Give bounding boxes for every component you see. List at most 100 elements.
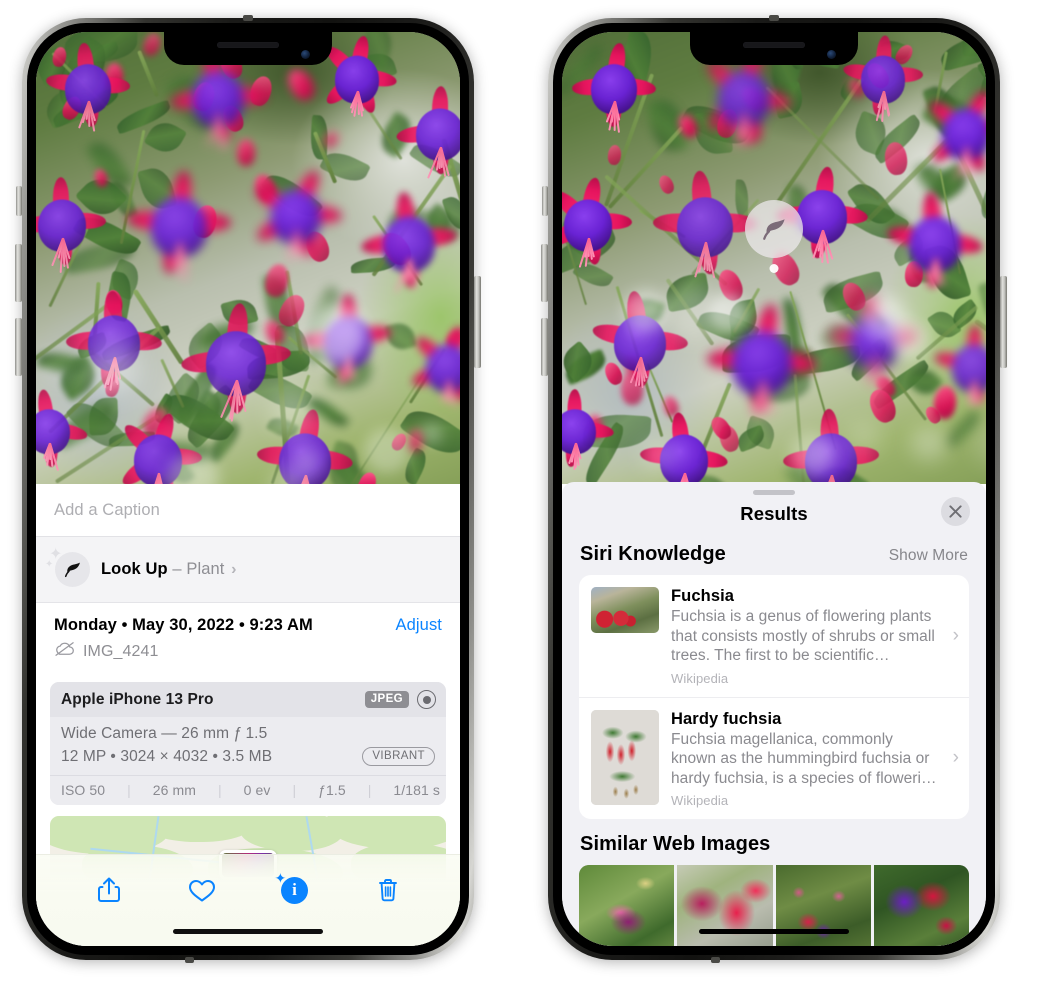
photographic-style-badge: VIBRANT (362, 747, 435, 766)
fuchsia-photo (36, 32, 460, 484)
delete-button[interactable] (366, 869, 410, 911)
aperture-icon (417, 690, 436, 709)
exif-ev: 0 ev (243, 782, 271, 798)
look-up-row[interactable]: ✦ ✦ Look Up – Plant › (36, 536, 460, 602)
bokeh-highlight (198, 382, 216, 399)
look-up-badge: ✦ ✦ (45, 547, 90, 588)
photo-info-sheet: Add a Caption ✦ ✦ Look Up – Plant › Mond… (36, 484, 460, 946)
share-button[interactable] (87, 869, 131, 911)
knowledge-card-description: Fuchsia is a genus of flowering plants t… (671, 608, 935, 665)
knowledge-card-fuchsia[interactable]: Fuchsia Fuchsia is a genus of flowering … (579, 575, 969, 697)
results-sheet: Results Siri Knowledge Show More Fuchsia… (562, 482, 986, 946)
fuchsia-flower (36, 379, 91, 471)
siri-knowledge-card-group: Fuchsia Fuchsia is a genus of flowering … (579, 575, 969, 820)
look-up-title: Look Up (101, 559, 168, 578)
web-image-4[interactable] (873, 865, 969, 946)
knowledge-card-hardy-fuchsia[interactable]: Hardy fuchsia Fuchsia magellanica, commo… (579, 696, 969, 820)
exif-aperture: ƒ1.5 (318, 782, 346, 798)
fuchsia-flower (568, 32, 660, 133)
exif-divider-4: | (367, 782, 372, 798)
exif-iso: ISO 50 (61, 782, 106, 798)
bokeh-highlight (790, 432, 833, 475)
look-up-category: Plant (186, 559, 225, 578)
visual-look-up-anchor-dot (769, 264, 779, 273)
mute-switch[interactable] (16, 186, 22, 216)
chevron-right-icon: › (952, 747, 959, 769)
results-header: Results (562, 495, 986, 539)
knowledge-card-source: Wikipedia (671, 793, 729, 809)
exif-divider-2: | (218, 782, 222, 798)
sparkle-icon: ✦ (274, 870, 287, 886)
device-screen-right: Results Siri Knowledge Show More Fuchsia… (562, 32, 986, 946)
fuchsia-flower (392, 74, 460, 180)
metadata-block: Monday • May 30, 2022 • 9:23 AM Adjust I… (36, 602, 460, 672)
visual-look-up-badge[interactable] (745, 200, 803, 258)
flower-corolla (952, 345, 986, 393)
flower-corolla (36, 408, 71, 455)
fuchsia-flower (246, 154, 346, 265)
bokeh-highlight (297, 453, 319, 474)
caption-input[interactable]: Add a Caption (36, 484, 460, 536)
siri-knowledge-header: Siri Knowledge Show More (562, 539, 986, 575)
fuchsia-flower (123, 157, 235, 282)
exif-focal: 26 mm (152, 782, 197, 798)
device-screen-left: Add a Caption ✦ ✦ Look Up – Plant › Mond… (36, 32, 460, 946)
exif-row: ISO 50 | 26 mm | 0 ev | ƒ1.5 | 1/181 s (50, 775, 446, 805)
device-notch (690, 32, 858, 65)
volume-up-button[interactable] (15, 244, 22, 302)
power-button[interactable] (1000, 276, 1007, 368)
iphone-device-right: Results Siri Knowledge Show More Fuchsia… (541, 15, 1007, 963)
volume-down-button[interactable] (15, 318, 22, 376)
look-up-dash: – (172, 559, 182, 578)
knowledge-card-source: Wikipedia (671, 670, 729, 686)
section-title-siri-knowledge: Siri Knowledge (580, 543, 726, 565)
bokeh-highlight (625, 290, 666, 332)
look-up-label: Look Up – Plant › (101, 560, 237, 579)
favorite-button[interactable] (180, 869, 224, 911)
web-image-1[interactable] (579, 865, 675, 946)
fuchsia-flower (562, 165, 636, 268)
antenna-band-bottom (710, 957, 720, 963)
knowledge-card-description: Fuchsia magellanica, commonly known as t… (671, 730, 937, 787)
similar-web-images-section: Similar Web Images (562, 819, 986, 946)
icloud-slash-icon (54, 641, 76, 662)
fuchsia-photo (562, 32, 986, 484)
fuchsia-flower (649, 157, 761, 279)
chevron-right-icon: › (231, 560, 237, 578)
power-button[interactable] (474, 276, 481, 368)
photo-viewer[interactable] (36, 32, 460, 484)
camera-info-card[interactable]: Apple iPhone 13 Pro JPEG Wide Camera — 2… (50, 682, 446, 805)
photo-viewer[interactable] (562, 32, 986, 484)
earpiece-speaker (217, 42, 279, 48)
image-specs: 12 MP • 3024 × 4032 • 3.5 MB (61, 747, 273, 765)
info-button[interactable]: ✦ i (273, 869, 317, 911)
earpiece-speaker (743, 42, 805, 48)
fuchsia-flower (918, 74, 986, 180)
fuchsia-thumbnail (591, 587, 659, 633)
home-indicator[interactable] (173, 929, 323, 934)
volume-down-button[interactable] (541, 318, 548, 376)
antenna-band-bottom (184, 957, 194, 963)
leaf-icon (763, 219, 785, 240)
fuchsia-flower (883, 179, 986, 289)
fuchsia-flower (562, 379, 617, 470)
front-camera (301, 50, 310, 59)
capture-date: Monday • May 30, 2022 • 9:23 AM (54, 616, 313, 634)
chevron-right-icon: › (952, 624, 959, 646)
antenna-band-top (243, 15, 253, 21)
knowledge-card-title: Fuchsia (671, 587, 735, 605)
bokeh-highlight (861, 295, 906, 340)
device-bezel: Add a Caption ✦ ✦ Look Up – Plant › Mond… (27, 23, 469, 955)
bokeh-highlight (270, 391, 313, 433)
volume-up-button[interactable] (541, 244, 548, 302)
fuchsia-flower (36, 165, 110, 273)
adjust-button[interactable]: Adjust (396, 616, 442, 635)
device-notch (164, 32, 332, 65)
antenna-band-top (769, 15, 779, 21)
close-icon (949, 505, 962, 518)
mute-switch[interactable] (542, 186, 548, 216)
home-indicator[interactable] (699, 929, 849, 934)
show-more-button[interactable]: Show More (889, 547, 968, 565)
bokeh-highlight (646, 442, 670, 467)
close-button[interactable] (941, 497, 970, 526)
